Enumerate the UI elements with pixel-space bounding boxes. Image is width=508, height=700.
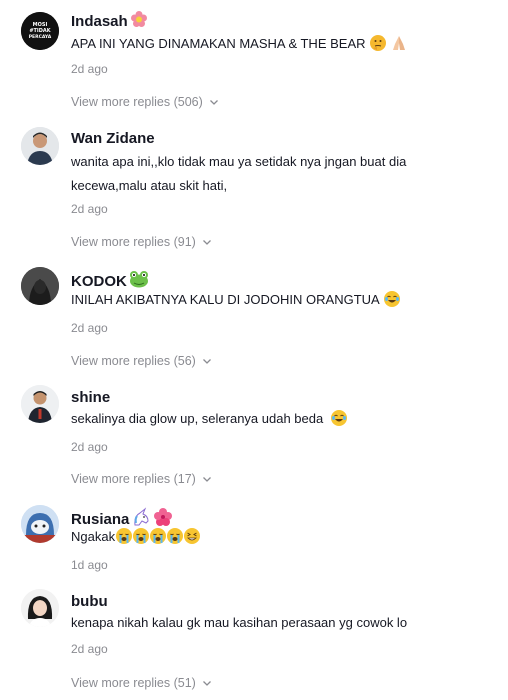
username[interactable]: Wan Zidane xyxy=(71,130,155,147)
avatar[interactable] xyxy=(21,589,59,627)
avatar-cartoon-icon xyxy=(21,505,59,543)
avatar[interactable] xyxy=(21,505,59,543)
comment-text: sekalinya dia glow up, seleranya udah be… xyxy=(71,407,491,431)
flower-icon xyxy=(130,10,148,32)
comment-date: 2d ago xyxy=(71,642,108,656)
chevron-down-icon xyxy=(202,240,211,245)
avatar-photo-icon xyxy=(21,589,59,627)
avatar[interactable] xyxy=(21,127,59,165)
view-replies-button[interactable]: View more replies (506) xyxy=(71,95,219,109)
chevron-down-icon xyxy=(209,100,218,105)
avatar-photo-icon xyxy=(21,127,59,165)
comment-date: 2d ago xyxy=(71,202,108,216)
tears-of-joy-icon xyxy=(383,291,400,307)
avatar[interactable] xyxy=(21,385,59,423)
avatar[interactable]: MOSI #TIDAK PERCAYA xyxy=(21,12,59,50)
comment-text: INILAH AKIBATNYA KALU DI JODOHIN ORANGTU… xyxy=(71,288,491,312)
comment-text: kenapa nikah kalau gk mau kasihan perasa… xyxy=(71,615,408,630)
folded-hands-icon xyxy=(390,35,408,59)
view-replies-button[interactable]: View more replies (56) xyxy=(71,354,212,368)
avatar-photo-icon xyxy=(21,267,59,305)
grinning-squint-icon xyxy=(184,528,201,544)
chevron-down-icon xyxy=(202,681,211,686)
tears-of-joy-icon xyxy=(330,410,347,426)
loudly-crying-icon xyxy=(167,528,184,544)
chevron-down-icon xyxy=(202,477,211,482)
comment-date: 2d ago xyxy=(71,440,108,454)
svg-text:PERCAYA: PERCAYA xyxy=(29,34,52,40)
comment-text: APA INI YANG DINAMAKAN MASHA & THE BEAR xyxy=(71,32,491,59)
comment-text: Ngakak xyxy=(71,525,491,549)
avatar-logo-icon: MOSI #TIDAK PERCAYA xyxy=(21,12,59,50)
comment-date: 1d ago xyxy=(71,558,108,572)
view-replies-button[interactable]: View more replies (91) xyxy=(71,235,212,249)
comment-date: 2d ago xyxy=(71,321,108,335)
username[interactable]: bubu xyxy=(71,593,108,610)
username[interactable]: shine xyxy=(71,389,110,406)
avatar[interactable] xyxy=(21,267,59,305)
thinking-face-icon xyxy=(370,35,387,51)
view-replies-button[interactable]: View more replies (17) xyxy=(71,472,212,486)
view-replies-button[interactable]: View more replies (51) xyxy=(71,676,212,690)
loudly-crying-icon xyxy=(150,528,167,544)
username[interactable]: Indasah xyxy=(71,10,148,32)
svg-text:#TIDAK: #TIDAK xyxy=(29,28,51,34)
comment-text: wanita apa ini,,klo tidak mau ya setidak… xyxy=(71,154,407,193)
comment-date: 2d ago xyxy=(71,62,108,76)
loudly-crying-icon xyxy=(133,528,150,544)
chevron-down-icon xyxy=(202,359,211,364)
loudly-crying-icon xyxy=(116,528,133,544)
avatar-photo-icon xyxy=(21,385,59,423)
